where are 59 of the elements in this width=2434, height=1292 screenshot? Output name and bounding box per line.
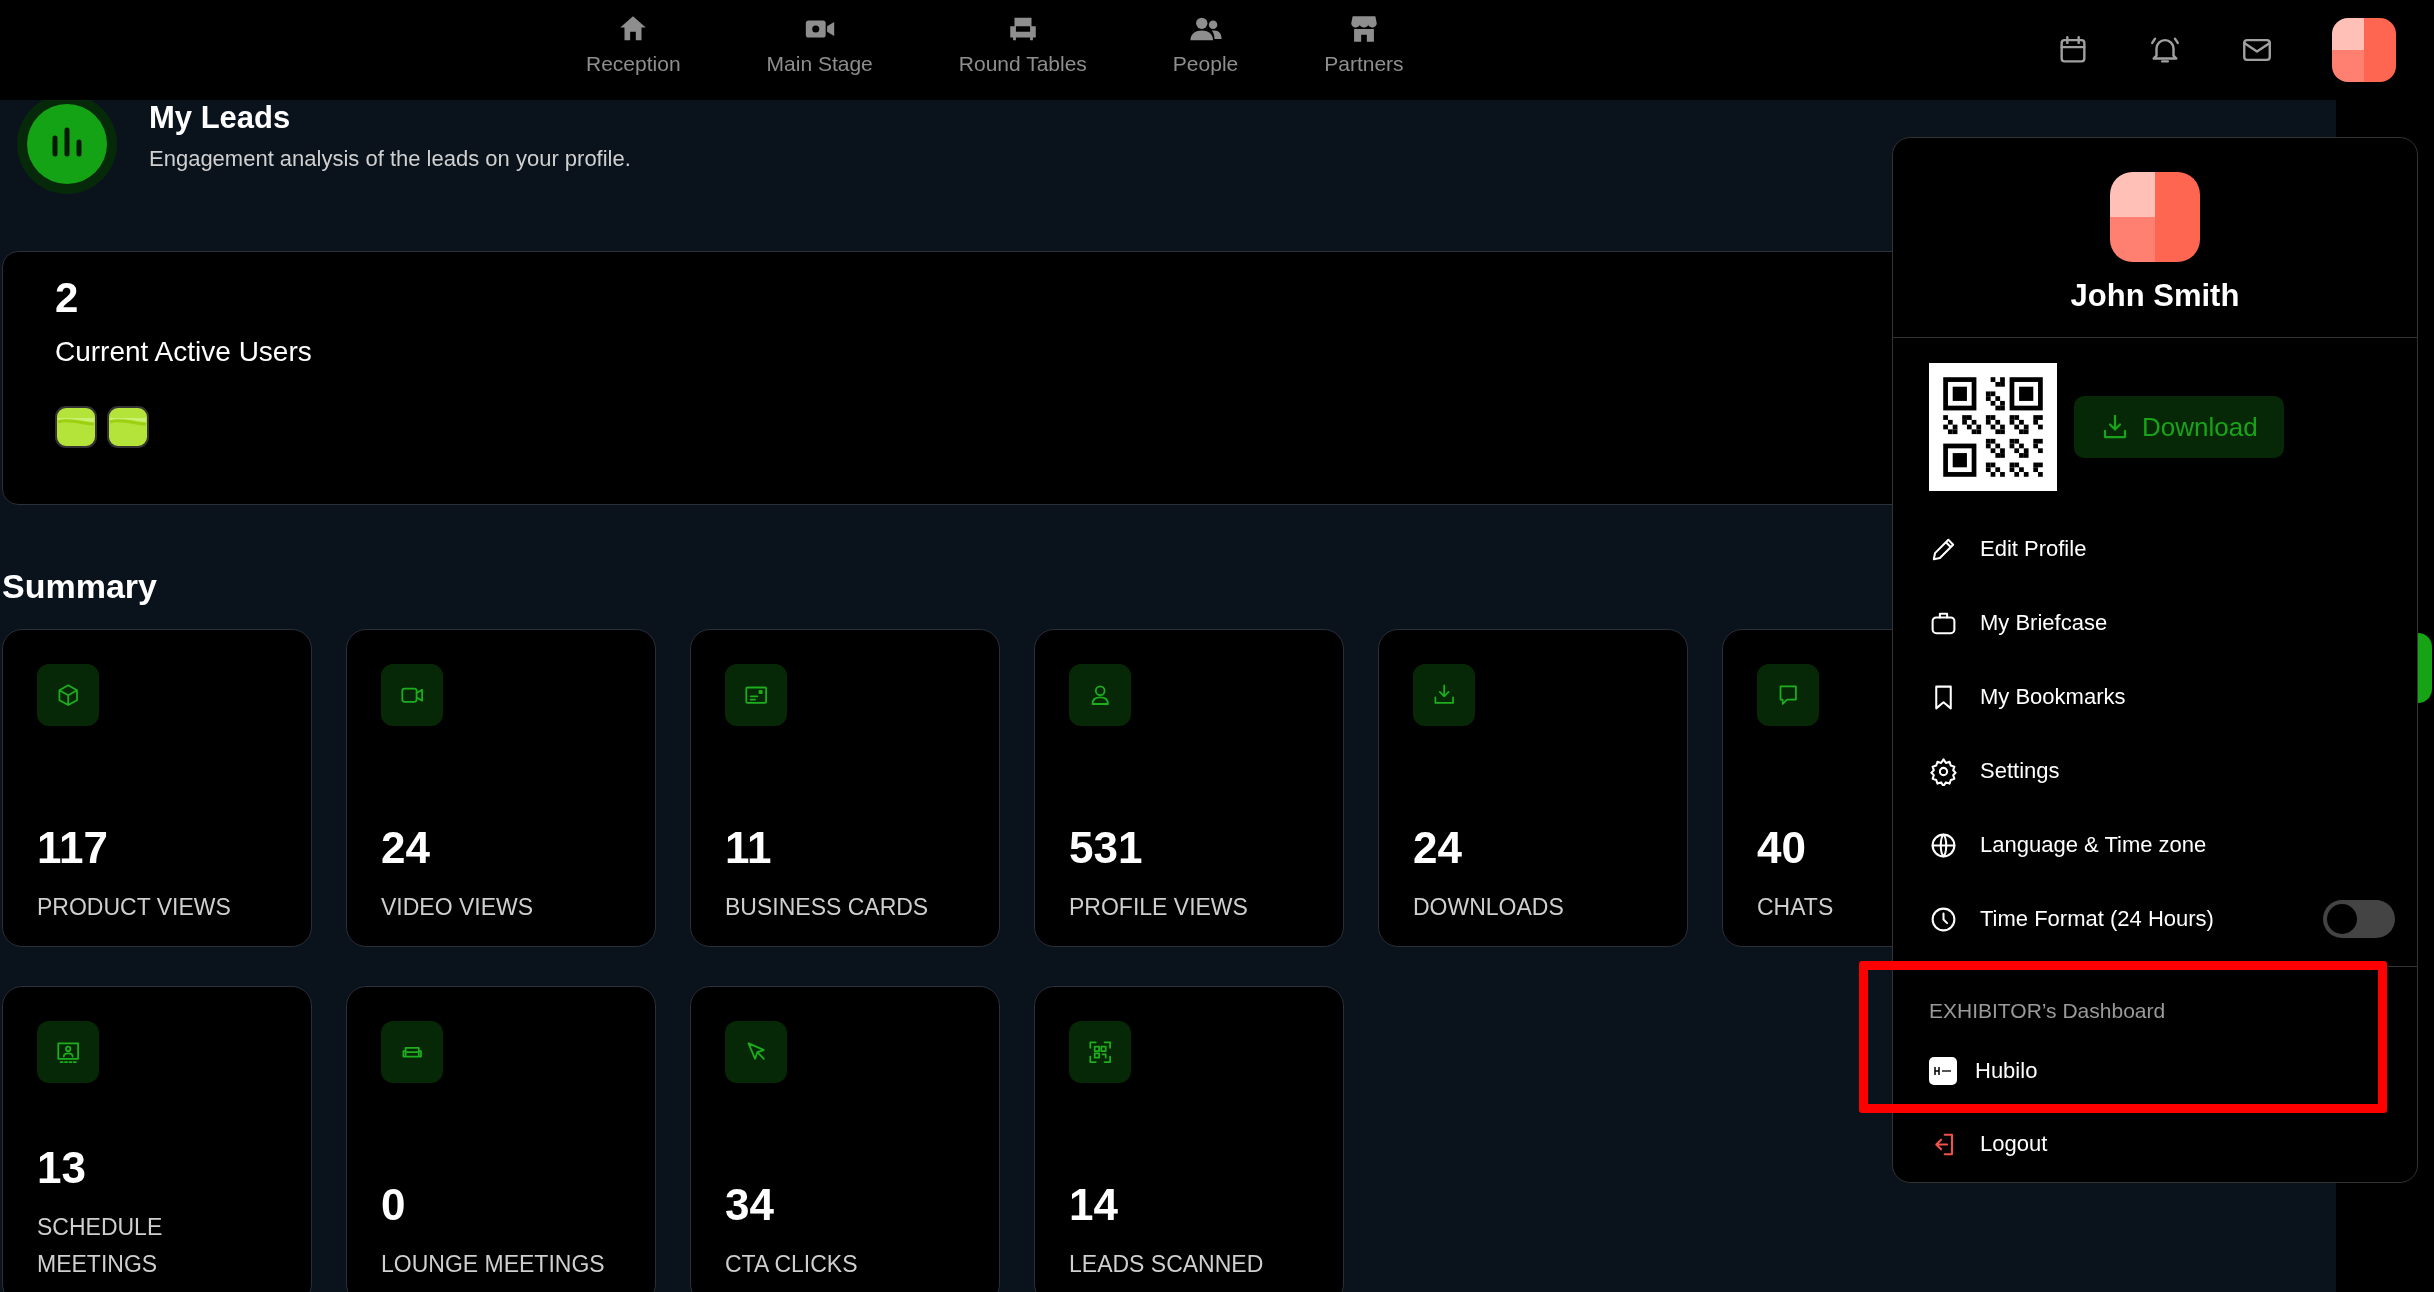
download-button[interactable]: Download — [2074, 396, 2284, 458]
stat-label: DOWNLOADS — [1413, 893, 1564, 922]
menu-item[interactable]: Settings — [1980, 758, 2060, 784]
stat-value: 11 — [725, 823, 772, 873]
nav-tab[interactable]: Partners — [1324, 12, 1404, 88]
stat-label: CHATS — [1757, 893, 1834, 922]
nav-tab[interactable]: Round Tables — [958, 12, 1087, 88]
stat-value: 34 — [725, 1180, 774, 1230]
stat-value: 14 — [1069, 1180, 1118, 1230]
logo-icon — [1929, 1057, 1957, 1085]
stat-label: PROFILE VIEWS — [1069, 893, 1248, 922]
stat-value: 24 — [1413, 823, 1462, 873]
user-avatar — [107, 406, 149, 448]
stat-label: SCHEDULE MEETINGS — [37, 1213, 164, 1279]
toggle-switch[interactable] — [2323, 900, 2395, 938]
presentation-icon — [37, 1021, 99, 1083]
section-title: Summary — [2, 567, 158, 607]
person-icon — [1069, 664, 1131, 726]
cursor-icon — [725, 1021, 787, 1083]
download-icon — [1413, 664, 1475, 726]
menu-item[interactable]: Hubilo — [1975, 1058, 2038, 1084]
stat-value: 117 — [37, 823, 108, 873]
chat-bubble-icon — [1757, 664, 1819, 726]
qr-scan-icon — [1069, 1021, 1131, 1083]
stat-label: VIDEO VIEWS — [381, 893, 534, 922]
page-title: My Leads — [149, 100, 292, 136]
stat-label: LOUNGE MEETINGS — [381, 1250, 605, 1279]
stat-value: 0 — [381, 1180, 406, 1230]
nav-tab[interactable]: Main Stage — [766, 12, 873, 88]
active-user-count: 2 — [55, 274, 79, 322]
stat-label: PRODUCT VIEWS — [37, 893, 231, 922]
menu-item[interactable]: Logout — [1980, 1131, 2048, 1157]
bar-chart-icon — [15, 100, 119, 196]
user-name: John Smith — [2070, 278, 2240, 314]
id-card-icon — [725, 664, 787, 726]
stat-value: 13 — [37, 1143, 86, 1193]
stat-value: 40 — [1757, 823, 1806, 873]
menu-item[interactable]: My Bookmarks — [1980, 684, 2126, 710]
card-title: Current Active Users — [55, 336, 313, 368]
settings-icon — [1929, 756, 1958, 786]
cube-icon — [37, 664, 99, 726]
user-avatar — [55, 406, 97, 448]
sofa-icon — [381, 1021, 443, 1083]
menu-item[interactable]: Language & Time zone — [1980, 832, 2207, 858]
menu-item[interactable]: Time Format (24 Hours) — [1980, 906, 2214, 932]
menu-item[interactable]: Edit Profile — [1980, 536, 2087, 562]
nav-tab[interactable]: People — [1172, 12, 1239, 88]
menu-item[interactable]: My Briefcase — [1980, 610, 2108, 636]
video-camera-icon — [381, 664, 443, 726]
stat-value: 531 — [1069, 823, 1143, 873]
side-tab[interactable] — [2418, 633, 2432, 703]
stat-label: BUSINESS CARDS — [725, 893, 929, 922]
stat-label: LEADS SCANNED — [1069, 1250, 1264, 1279]
page-subtitle: Engagement analysis of the leads on your profile. — [149, 146, 631, 172]
stat-label: CTA CLICKS — [725, 1250, 858, 1279]
stat-value: 24 — [381, 823, 430, 873]
user-avatar[interactable] — [2332, 18, 2396, 82]
section-title: EXHIBITOR’s Dashboard — [1928, 998, 2167, 1023]
nav-tab[interactable]: Reception — [586, 12, 681, 88]
